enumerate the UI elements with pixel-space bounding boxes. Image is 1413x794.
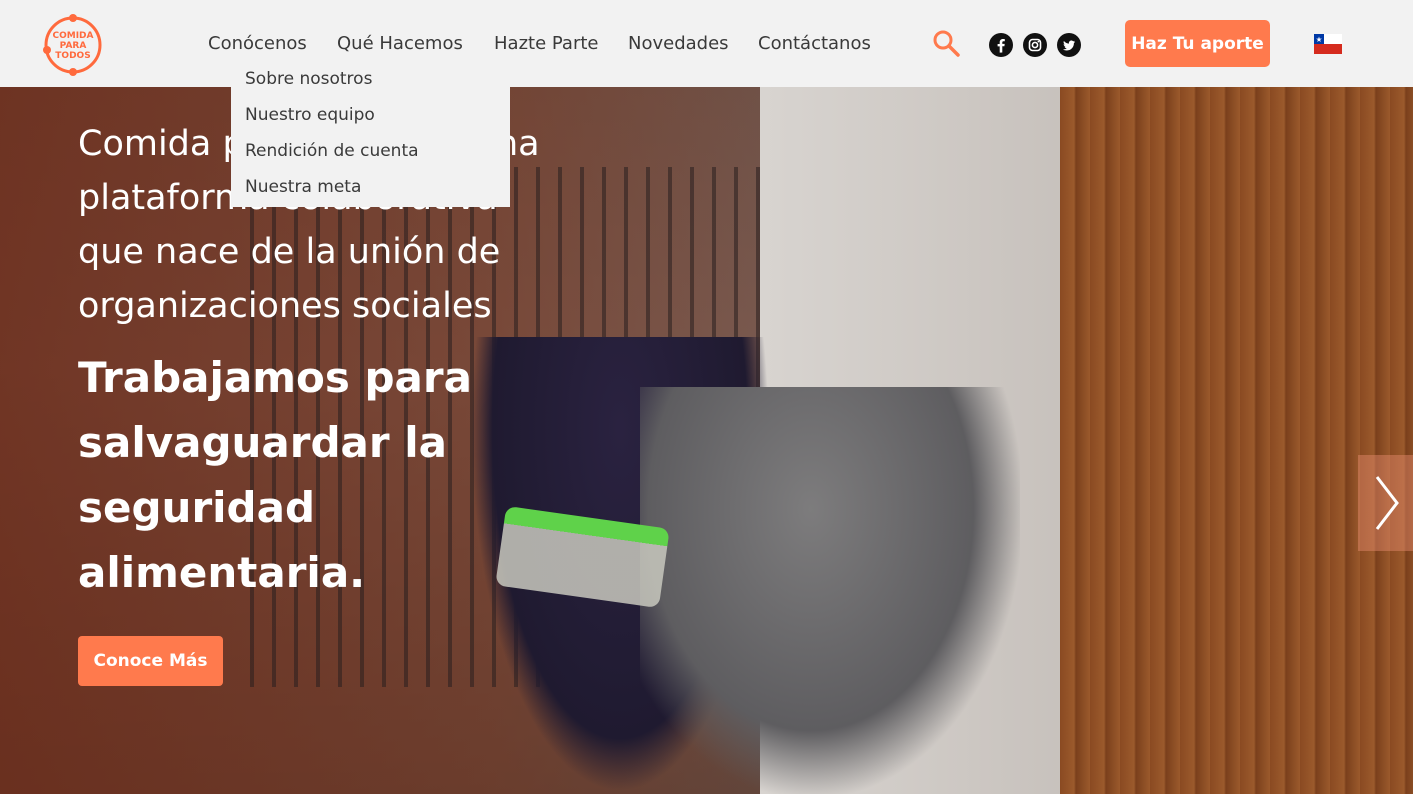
twitter-icon[interactable] <box>1057 33 1081 57</box>
learn-more-button[interactable]: Conoce Más <box>78 636 223 686</box>
search-icon[interactable] <box>931 28 961 58</box>
nav-contactanos[interactable]: Contáctanos <box>758 33 871 55</box>
svg-text:COMIDA: COMIDA <box>53 31 94 41</box>
hero-person-recipient <box>640 387 1020 794</box>
chile-flag-icon[interactable] <box>1314 34 1342 54</box>
hero-title: Trabajamos para salvaguardar la segurida… <box>78 353 472 597</box>
nav-que-hacemos[interactable]: Qué Hacemos <box>337 33 463 55</box>
chevron-right-icon <box>1375 476 1399 530</box>
menu-item-rendicion-de-cuenta[interactable]: Rendición de cuenta <box>231 140 510 176</box>
hero-background-door <box>1060 87 1413 794</box>
menu-item-nuestro-equipo[interactable]: Nuestro equipo <box>231 104 510 140</box>
menu-item-sobre-nosotros[interactable]: Sobre nosotros <box>231 68 510 104</box>
instagram-icon[interactable] <box>1023 33 1047 57</box>
facebook-icon[interactable] <box>989 33 1013 57</box>
comida-para-todos-logo[interactable]: COMIDA PARA TODOS <box>43 14 103 76</box>
hero-banner: Comida para Todos es una plataforma cola… <box>0 87 1413 794</box>
donate-button[interactable]: Haz Tu aporte <box>1125 20 1270 67</box>
nav-novedades[interactable]: Novedades <box>628 33 729 55</box>
carousel-next-button[interactable] <box>1358 455 1413 551</box>
conocenos-dropdown-menu: Sobre nosotros Nuestro equipo Rendición … <box>231 62 510 207</box>
svg-text:PARA: PARA <box>60 41 87 51</box>
menu-item-nuestra-meta[interactable]: Nuestra meta <box>231 176 510 212</box>
nav-conocenos[interactable]: Conócenos <box>208 33 307 55</box>
site-header: COMIDA PARA TODOS Conócenos Qué Hacemos … <box>0 0 1413 87</box>
nav-hazte-parte[interactable]: Hazte Parte <box>494 33 598 55</box>
svg-text:TODOS: TODOS <box>55 51 90 61</box>
